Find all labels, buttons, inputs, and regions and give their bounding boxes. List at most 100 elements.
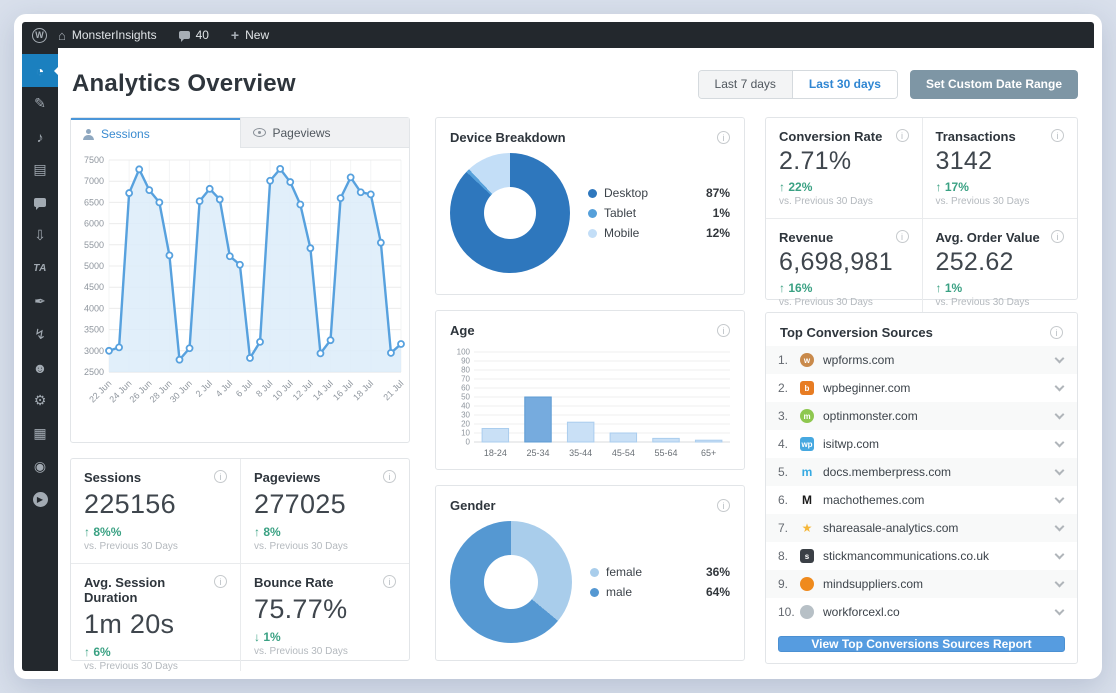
svg-text:40: 40 — [461, 402, 470, 411]
source-row[interactable]: 5. m docs.memberpress.com — [766, 458, 1077, 486]
legend-label: male — [606, 585, 633, 599]
set-custom-date-range-button[interactable]: Set Custom Date Range — [909, 69, 1078, 99]
info-icon[interactable]: i — [895, 230, 909, 243]
info-icon[interactable]: i — [717, 499, 730, 512]
chevron-down-icon[interactable] — [1054, 521, 1065, 532]
chevron-down-icon[interactable] — [1054, 381, 1065, 392]
view-top-conversions-report-button[interactable]: View Top Conversions Sources Report — [778, 636, 1065, 652]
legend-value: 12% — [705, 226, 730, 240]
chevron-down-icon[interactable] — [1054, 437, 1065, 448]
appearance-brush-icon: ✒ — [34, 293, 46, 309]
chevron-down-icon[interactable] — [1054, 549, 1065, 560]
new-menu[interactable]: + New — [220, 22, 280, 48]
chevron-down-icon[interactable] — [1054, 605, 1065, 616]
info-icon[interactable]: i — [1050, 326, 1063, 339]
sidebar-item-tools-wrench[interactable]: ⚙ — [22, 384, 58, 417]
sidebar-item-media[interactable]: ♪ — [22, 120, 58, 153]
source-row[interactable]: 2. b wpbeginner.com — [766, 374, 1077, 402]
info-icon[interactable]: i — [214, 575, 227, 588]
sidebar-item-pages[interactable]: ▤ — [22, 153, 58, 186]
sidebar-item-plugins[interactable]: ↯ — [22, 318, 58, 351]
svg-text:12 Jul: 12 Jul — [291, 378, 315, 402]
metric-value: 225156 — [84, 489, 176, 519]
source-rank: 9. — [778, 577, 789, 591]
tab-pageviews[interactable]: Pageviews — [239, 118, 409, 148]
svg-text:65+: 65+ — [701, 448, 716, 458]
metric-compare: vs. Previous 30 Days — [84, 541, 178, 552]
sidebar-item-users[interactable]: ☻ — [22, 351, 58, 384]
info-icon[interactable]: i — [214, 470, 227, 483]
top-conversion-sources-card: Top Conversion Sources i 1. w wpforms.com 2.… — [765, 312, 1078, 664]
tab-sessions-label: Sessions — [101, 127, 150, 141]
comments-icon — [34, 198, 46, 210]
card-title: Device Breakdown — [450, 130, 566, 145]
metric-value: 6,698,981 — [779, 248, 893, 276]
source-row[interactable]: 7. ★ shareasale-analytics.com — [766, 514, 1077, 542]
chevron-down-icon[interactable] — [1054, 353, 1065, 364]
info-icon[interactable]: i — [717, 324, 730, 337]
person-icon — [83, 128, 94, 140]
card-title: Age — [450, 323, 475, 338]
sidebar-item-downloads[interactable]: ⇩ — [22, 219, 58, 252]
chevron-down-icon[interactable] — [1054, 493, 1065, 504]
metric-title: Avg. Session Duration — [84, 575, 166, 605]
metric-delta: 6% — [93, 645, 111, 659]
sidebar-item-settings-box[interactable]: ▦ — [22, 417, 58, 450]
legend-dot-icon — [588, 188, 597, 198]
svg-text:5500: 5500 — [84, 240, 104, 250]
sidebar-item-video-play[interactable]: ▶ — [22, 483, 58, 516]
gender-card: Gender i female 36% male 64% — [435, 485, 745, 661]
metric-card-sessions: Sessions i 225156 ↑ 8%% vs. Previous 30 D… — [71, 459, 240, 563]
info-icon[interactable]: i — [895, 129, 909, 142]
source-rank: 2. — [778, 381, 789, 395]
card-title: Top Conversion Sources — [780, 325, 933, 340]
last-7-days-button[interactable]: Last 7 days — [698, 70, 792, 98]
metric-delta: 22% — [788, 180, 813, 194]
tab-sessions[interactable]: Sessions — [71, 118, 240, 148]
device-breakdown-card: Device Breakdown i Desktop 87% Tablet 1% Mobi… — [435, 117, 745, 295]
source-row[interactable]: 4. wp isitwp.com — [766, 430, 1077, 458]
svg-text:60: 60 — [461, 384, 470, 393]
source-domain: workforcexl.co — [823, 605, 900, 619]
source-row[interactable]: 1. w wpforms.com — [766, 346, 1077, 374]
source-row[interactable]: 3. m optinmonster.com — [766, 402, 1077, 430]
sidebar-item-ta-plugin[interactable]: TA — [22, 252, 58, 285]
svg-text:5000: 5000 — [84, 261, 104, 271]
metric-delta: 16% — [788, 281, 813, 295]
source-row[interactable]: 6. Mmachothemes.com — [766, 486, 1077, 514]
legend-value: 87% — [705, 186, 730, 200]
svg-text:35-44: 35-44 — [569, 448, 592, 458]
chevron-down-icon[interactable] — [1054, 577, 1065, 588]
info-icon[interactable]: i — [383, 575, 396, 588]
info-icon[interactable]: i — [383, 470, 396, 483]
svg-text:0: 0 — [466, 438, 471, 447]
sidebar-item-comments[interactable] — [22, 186, 58, 219]
source-domain: optinmonster.com — [823, 409, 918, 423]
source-row[interactable]: 9. mindsuppliers.com — [766, 570, 1077, 598]
info-icon[interactable]: i — [1051, 230, 1064, 243]
legend-dot-icon — [590, 587, 599, 597]
source-row[interactable]: 8. s stickmancommunications.co.uk — [766, 542, 1077, 570]
source-rank: 10. — [778, 605, 795, 619]
legend-item-female: female 36% — [590, 565, 730, 579]
info-icon[interactable]: i — [717, 131, 730, 144]
metric-compare: vs. Previous 30 Days — [254, 541, 348, 552]
sidebar-item-posts-pin[interactable]: ✎ — [22, 87, 58, 120]
metric-value: 277025 — [254, 489, 346, 519]
sidebar-item-addons-gear[interactable]: ◉ — [22, 450, 58, 483]
comments-menu[interactable]: 40 — [168, 22, 220, 48]
chevron-down-icon[interactable] — [1054, 409, 1065, 420]
sidebar-item-appearance-brush[interactable]: ✒ — [22, 285, 58, 318]
metric-title: Transactions — [935, 129, 1016, 144]
site-name: MonsterInsights — [71, 28, 157, 42]
source-row[interactable]: 10. workforcexl.co — [766, 598, 1077, 626]
info-icon[interactable]: i — [1051, 129, 1064, 142]
sidebar-item-monsterinsights-dashboard[interactable]: ◔ — [22, 54, 58, 87]
last-30-days-button[interactable]: Last 30 days — [791, 70, 897, 98]
site-menu[interactable]: ⌂ MonsterInsights — [47, 22, 168, 48]
svg-text:2 Jul: 2 Jul — [194, 378, 215, 399]
wordpress-logo-icon[interactable]: W — [32, 27, 47, 43]
source-rank: 4. — [778, 437, 789, 451]
legend-dot-icon — [588, 208, 597, 218]
chevron-down-icon[interactable] — [1054, 465, 1065, 476]
